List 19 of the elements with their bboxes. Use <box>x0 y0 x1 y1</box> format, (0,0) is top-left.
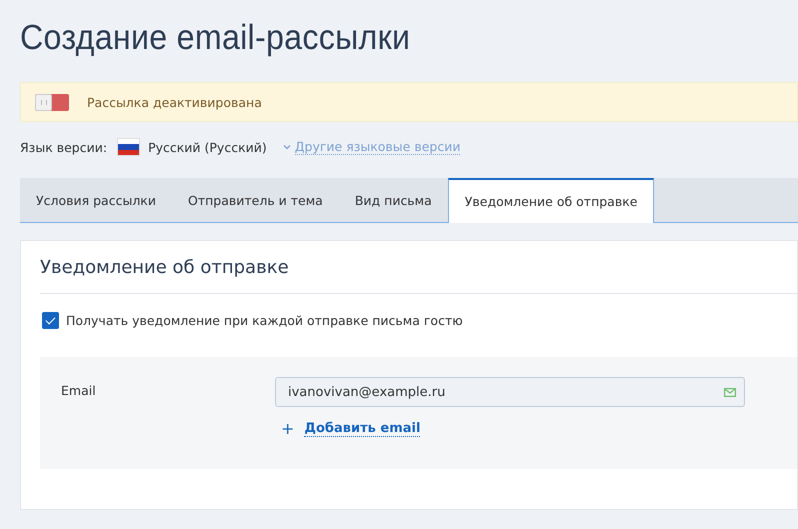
current-language: Русский (Русский) <box>148 140 267 154</box>
email-label: Email <box>61 382 97 400</box>
email-field[interactable]: ivanovivan@example.ru <box>275 377 745 407</box>
tab[interactable]: Условия рассылки <box>20 178 172 222</box>
tab[interactable]: Отправитель и тема <box>172 178 339 222</box>
plus-icon: + <box>281 419 294 438</box>
russian-flag-icon <box>118 139 140 155</box>
panel-heading: Уведомление об отправке <box>40 241 797 294</box>
page-title: Создание email-рассылки <box>20 17 412 59</box>
add-email-link[interactable]: Добавить email <box>304 420 420 436</box>
tab[interactable]: Уведомление об отправке <box>448 178 654 223</box>
toggle-switch[interactable] <box>35 94 69 110</box>
tab[interactable]: Вид письма <box>338 178 448 222</box>
checkbox-label: Получать уведомление при каждой отправке письма гостю <box>66 313 463 328</box>
status-text: Рассылка деактивирована <box>87 94 262 110</box>
language-label: Язык версии: <box>20 140 108 154</box>
envelope-icon <box>724 388 736 396</box>
checkbox[interactable] <box>42 312 59 329</box>
chevron-down-icon <box>282 144 291 150</box>
